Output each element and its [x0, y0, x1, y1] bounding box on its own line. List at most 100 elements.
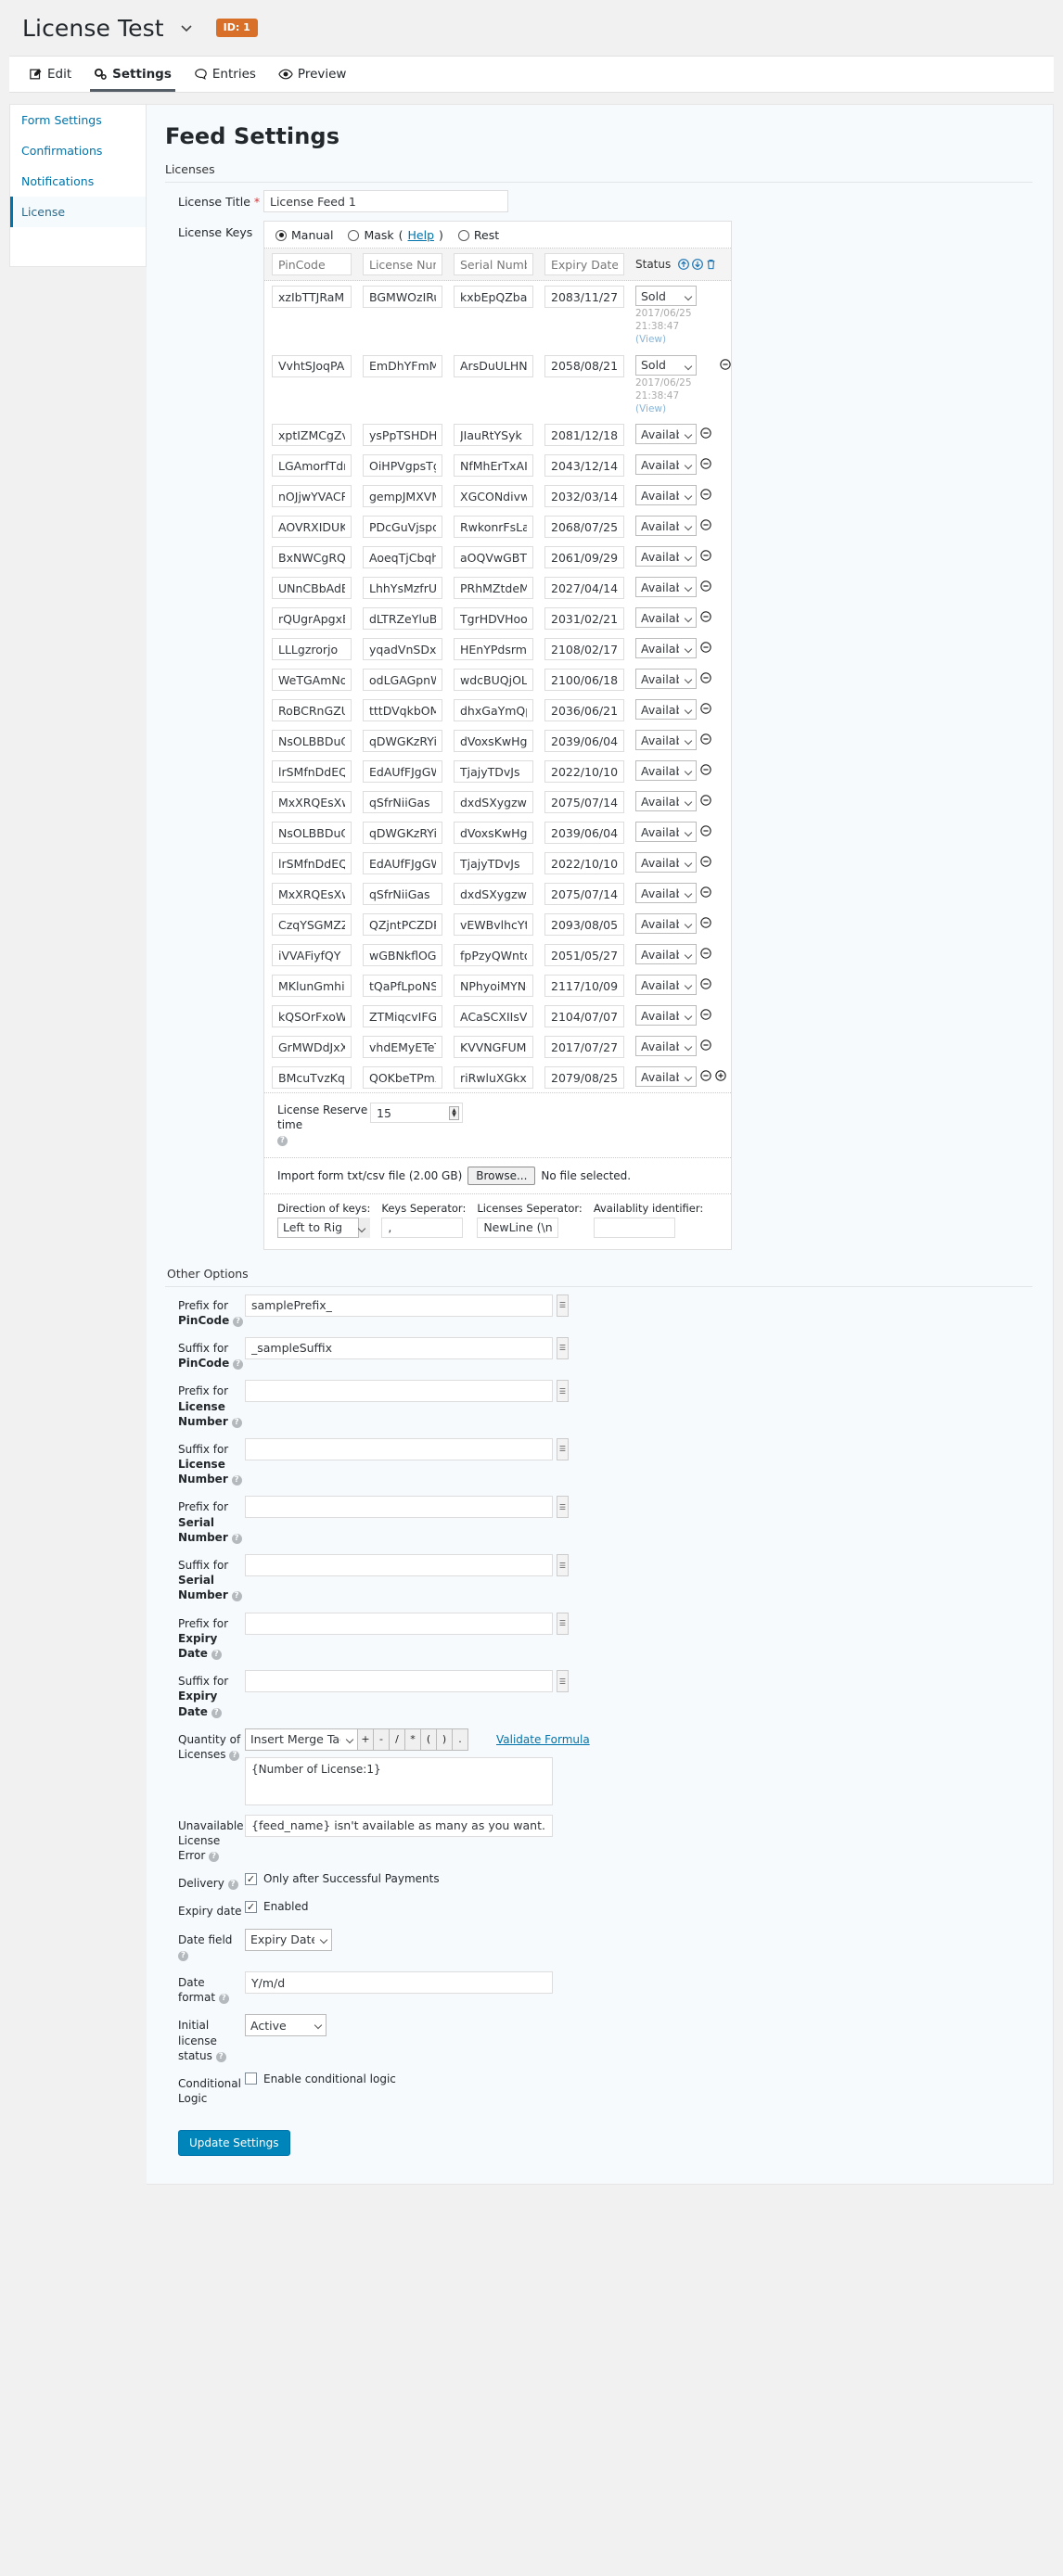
expiry-date-checkbox[interactable] [245, 1900, 257, 1913]
row-serial-number-input[interactable] [454, 485, 533, 508]
row-pincode-input[interactable] [272, 822, 352, 845]
row-license-number-input[interactable] [363, 577, 442, 600]
question-mark-icon[interactable]: ? [211, 1649, 222, 1660]
row-status-select[interactable]: Available [635, 607, 697, 629]
row-license-number-input[interactable] [363, 424, 442, 447]
question-mark-icon[interactable]: ? [211, 1707, 222, 1718]
row-pincode-input[interactable] [272, 1066, 352, 1090]
row-serial-number-input[interactable] [454, 883, 533, 906]
suffix-serial-number-input[interactable] [245, 1554, 553, 1577]
remove-row-icon[interactable] [700, 427, 711, 441]
row-pincode-input[interactable] [272, 485, 352, 508]
row-expiry-date-input[interactable] [544, 638, 624, 661]
row-pincode-input[interactable] [272, 607, 352, 631]
availability-identifier-input[interactable] [593, 1217, 675, 1238]
row-status-select[interactable]: Available [635, 791, 697, 812]
row-status-select[interactable]: Available [635, 913, 697, 935]
row-expiry-date-input[interactable] [544, 354, 624, 377]
formula-textarea[interactable]: {Number of License:1} [245, 1756, 553, 1805]
row-license-number-input[interactable] [363, 699, 442, 722]
row-expiry-date-input[interactable] [544, 913, 624, 937]
row-expiry-date-input[interactable] [544, 852, 624, 875]
remove-row-icon[interactable] [700, 580, 711, 594]
remove-row-icon[interactable] [720, 358, 731, 373]
question-mark-icon[interactable]: ? [233, 1316, 244, 1327]
conditional-logic-checkbox[interactable] [245, 2072, 257, 2085]
remove-row-icon[interactable] [700, 642, 711, 656]
merge-tag-icon[interactable]: ☰ [557, 1437, 569, 1460]
row-serial-number-input[interactable] [454, 944, 533, 967]
row-expiry-date-input[interactable] [544, 791, 624, 814]
row-expiry-date-input[interactable] [544, 286, 624, 308]
row-expiry-date-input[interactable] [544, 607, 624, 631]
row-license-number-input[interactable] [363, 1066, 442, 1090]
remove-row-icon[interactable] [700, 1070, 711, 1084]
row-pincode-input[interactable] [272, 546, 352, 569]
question-mark-icon[interactable]: ? [209, 1852, 220, 1863]
remove-row-icon[interactable] [700, 978, 711, 992]
row-status-select[interactable]: Sold [635, 286, 697, 306]
operator-dot-button[interactable]: . [453, 1728, 468, 1751]
browse-button[interactable]: Browse... [467, 1166, 536, 1185]
radio-mask[interactable]: Mask (Help) [348, 228, 443, 242]
row-license-number-input[interactable] [363, 485, 442, 508]
remove-row-icon[interactable] [700, 1009, 711, 1023]
number-spinner[interactable]: ▲ ▼ [449, 1106, 459, 1121]
operator-divide-button[interactable]: / [390, 1728, 405, 1751]
row-expiry-date-input[interactable] [544, 1005, 624, 1028]
prefix-serial-number-input[interactable] [245, 1496, 553, 1519]
row-pincode-input[interactable] [272, 852, 352, 875]
row-pincode-input[interactable] [272, 454, 352, 478]
row-pincode-input[interactable] [272, 638, 352, 661]
update-settings-button[interactable]: Update Settings [178, 2130, 290, 2157]
row-status-select[interactable]: Available [635, 1005, 697, 1027]
row-status-select[interactable]: Available [635, 822, 697, 843]
row-expiry-date-input[interactable] [544, 454, 624, 478]
remove-row-icon[interactable] [700, 917, 711, 931]
radio-manual[interactable]: Manual [275, 228, 333, 242]
row-expiry-date-input[interactable] [544, 760, 624, 784]
row-license-number-input[interactable] [363, 883, 442, 906]
row-serial-number-input[interactable] [454, 852, 533, 875]
arrow-up-circle-icon[interactable] [678, 259, 689, 270]
question-mark-icon[interactable]: ? [231, 1591, 242, 1602]
row-status-select[interactable]: Available [635, 638, 697, 659]
sidebar-item-confirmations[interactable]: Confirmations [10, 135, 146, 166]
row-license-number-input[interactable] [363, 638, 442, 661]
merge-tag-icon[interactable]: ☰ [557, 1496, 569, 1519]
chevron-down-icon[interactable] [179, 20, 194, 35]
licenses-separator-input[interactable] [477, 1217, 559, 1238]
row-serial-number-input[interactable] [454, 1066, 533, 1090]
row-pincode-input[interactable] [272, 516, 352, 539]
radio-rest[interactable]: Rest [457, 228, 499, 242]
remove-row-icon[interactable] [700, 825, 711, 839]
row-pincode-input[interactable] [272, 760, 352, 784]
row-serial-number-input[interactable] [454, 913, 533, 937]
row-expiry-date-input[interactable] [544, 730, 624, 753]
row-expiry-date-input[interactable] [544, 699, 624, 722]
row-license-number-input[interactable] [363, 852, 442, 875]
row-status-select[interactable]: Sold [635, 354, 697, 376]
remove-row-icon[interactable] [700, 1039, 711, 1053]
view-link[interactable]: (View) [635, 333, 731, 346]
row-pincode-input[interactable] [272, 1005, 352, 1028]
row-serial-number-input[interactable] [454, 638, 533, 661]
row-license-number-input[interactable] [363, 454, 442, 478]
operator-close-paren-button[interactable]: ) [437, 1728, 453, 1751]
row-serial-number-input[interactable] [454, 424, 533, 447]
row-license-number-input[interactable] [363, 944, 442, 967]
header-expiry-date-input[interactable] [544, 253, 624, 275]
row-pincode-input[interactable] [272, 1036, 352, 1059]
prefix-expiry-date-input[interactable] [245, 1612, 553, 1635]
remove-row-icon[interactable] [700, 458, 711, 472]
row-expiry-date-input[interactable] [544, 516, 624, 539]
row-license-number-input[interactable] [363, 975, 442, 998]
merge-tag-icon[interactable]: ☰ [557, 1670, 569, 1693]
operator-plus-button[interactable]: + [358, 1728, 374, 1751]
remove-row-icon[interactable] [700, 733, 711, 747]
mask-help-link[interactable]: Help [408, 228, 435, 242]
row-status-select[interactable]: Available [635, 944, 697, 965]
unavailable-error-input[interactable] [245, 1814, 553, 1837]
operator-minus-button[interactable]: - [374, 1728, 390, 1751]
row-status-select[interactable]: Available [635, 669, 697, 690]
